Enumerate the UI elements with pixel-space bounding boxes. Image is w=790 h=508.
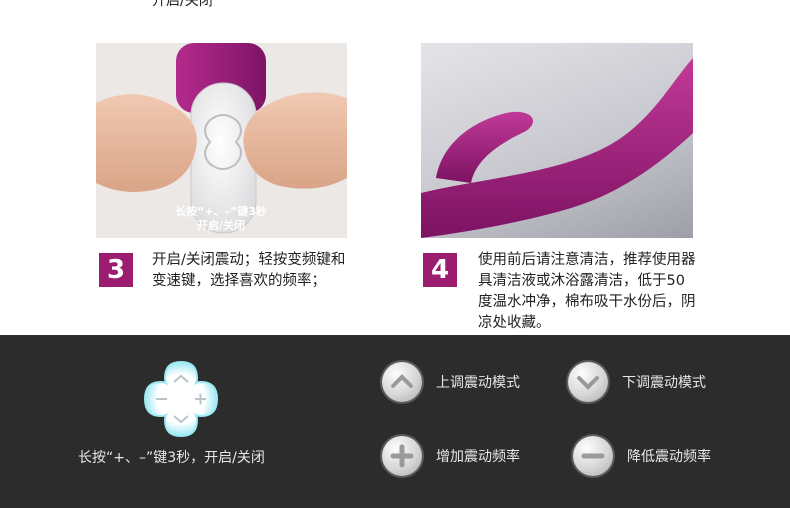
photo-product-detail bbox=[421, 43, 693, 238]
legend-label-freq-up: 增加震动频率 bbox=[436, 449, 520, 465]
legend-label-mode-up: 上调震动模式 bbox=[436, 375, 520, 391]
photo-illustration-left: 长按“+、–”键3秒 开启/关闭 bbox=[96, 43, 347, 238]
chevron-up-icon bbox=[382, 362, 422, 402]
step-4-badge: 4 bbox=[423, 253, 457, 287]
button-legend-panel: 长按“+、–”键3秒，开启/关闭 上调震动模式 下调震动模式 增加震动频率 降低… bbox=[0, 335, 790, 508]
photo-hands-controller: 长按“+、–”键3秒 开启/关闭 bbox=[96, 43, 347, 238]
chevron-down-icon bbox=[568, 362, 608, 402]
legend-item-mode-up: 上调震动模式 bbox=[382, 362, 520, 402]
top-text-fragment: 开启/关闭 bbox=[152, 0, 213, 9]
step-4-text: 使用前后请注意清洁，推荐使用器具清洁液或沐浴露清洁，低于50度温水冲净，棉布吸干… bbox=[478, 252, 696, 331]
controller-icon bbox=[143, 360, 219, 438]
legend-label-mode-down: 下调震动模式 bbox=[622, 375, 706, 391]
legend-item-mode-down: 下调震动模式 bbox=[568, 362, 706, 402]
legend-item-freq-down: 降低震动频率 bbox=[573, 436, 711, 476]
photo-illustration-right bbox=[421, 58, 693, 238]
step-3-badge: 3 bbox=[99, 253, 133, 287]
step-3-text: 开启/关闭震动；轻按变频键和变速键，选择喜欢的频率； bbox=[152, 252, 346, 289]
minus-icon bbox=[573, 436, 613, 476]
plus-icon bbox=[382, 436, 422, 476]
photo-caption-line1: 长按“+、–”键3秒 bbox=[175, 204, 267, 218]
legend-item-freq-up: 增加震动频率 bbox=[382, 436, 520, 476]
photo-caption-line2: 开启/关闭 bbox=[197, 218, 245, 232]
legend-label-freq-down: 降低震动频率 bbox=[627, 449, 711, 465]
controller-caption: 长按“+、–”键3秒，开启/关闭 bbox=[78, 450, 265, 466]
